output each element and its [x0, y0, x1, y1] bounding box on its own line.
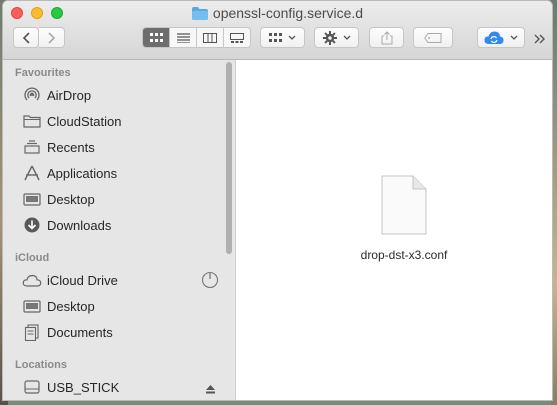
- sidebar-item-label: iCloud Drive: [47, 272, 118, 288]
- sidebar-item-label: Downloads: [47, 217, 112, 233]
- columns-icon: [203, 32, 217, 43]
- applications-icon: [22, 164, 42, 182]
- list-icon: [176, 32, 190, 43]
- drive-icon: [22, 378, 42, 396]
- sidebar-item-downloads[interactable]: Downloads: [22, 214, 111, 236]
- eject-icon[interactable]: [205, 381, 216, 399]
- sidebar-item-label: Documents: [47, 324, 113, 340]
- column-view-button[interactable]: [197, 28, 224, 47]
- sidebar-item-label: Desktop: [47, 191, 95, 207]
- sidebar-item-applications[interactable]: Applications: [22, 162, 117, 184]
- share-icon: [381, 30, 392, 44]
- back-button[interactable]: [13, 27, 39, 48]
- sidebar-item-label: Recents: [47, 139, 95, 155]
- double-chevron-right-icon: [534, 34, 545, 44]
- view-mode-control: [142, 27, 251, 48]
- sidebar-scrollbar[interactable]: [226, 62, 232, 254]
- sidebar-item-cloudstation[interactable]: CloudStation: [22, 110, 121, 132]
- sidebar-section-favourites: Favourites: [15, 67, 71, 79]
- grid-icon: [149, 33, 163, 42]
- share-button[interactable]: [369, 27, 404, 48]
- sidebar-item-airdrop[interactable]: AirDrop: [22, 84, 91, 106]
- group-by-button[interactable]: [260, 27, 305, 48]
- file-item[interactable]: drop-dst-x3.conf: [354, 175, 454, 262]
- recents-icon: [22, 138, 42, 156]
- sidebar-item-label: Desktop: [47, 298, 95, 314]
- gallery-view-button[interactable]: [224, 28, 250, 47]
- gallery-icon: [230, 32, 244, 43]
- chevron-down-icon: [510, 35, 518, 40]
- folder-icon: [22, 112, 42, 130]
- sidebar-item-desktop[interactable]: Desktop: [22, 188, 95, 210]
- sidebar-item-icloud-drive[interactable]: iCloud Drive: [22, 269, 118, 291]
- tag-icon: [424, 32, 442, 43]
- airdrop-icon: [22, 86, 42, 104]
- icloud-sync-button[interactable]: [477, 27, 525, 48]
- forward-button[interactable]: [39, 27, 65, 48]
- chevron-left-icon: [22, 31, 30, 44]
- folder-icon: [191, 7, 208, 23]
- sidebar-item-label: AirDrop: [47, 87, 92, 103]
- action-button[interactable]: [314, 27, 359, 48]
- sidebar-item-label: CloudStation: [47, 113, 122, 129]
- sidebar-item-recents[interactable]: Recents: [22, 136, 95, 158]
- file-name: drop-dst-x3.conf: [360, 248, 448, 262]
- grid-icon: [269, 33, 282, 42]
- sync-cloud-icon: [484, 31, 504, 44]
- sidebar-item-usb-stick[interactable]: USB_STICK: [22, 376, 119, 398]
- file-browser-area: drop-dst-x3.conf: [236, 60, 552, 400]
- icloud-progress-icon: [201, 271, 219, 294]
- toolbar-overflow-button[interactable]: [534, 31, 548, 45]
- desktop-icon: [22, 190, 42, 208]
- sidebar: Favourites AirDrop CloudStation Recents …: [3, 60, 236, 400]
- sidebar-section-locations: Locations: [15, 359, 67, 371]
- sidebar-section-icloud: iCloud: [15, 252, 50, 264]
- sidebar-item-label: Applications: [47, 165, 118, 181]
- document-icon: [381, 175, 427, 235]
- sidebar-item-label: USB_STICK: [47, 379, 120, 395]
- cloud-icon: [22, 271, 42, 289]
- chevron-down-icon: [288, 35, 296, 40]
- sidebar-item-documents[interactable]: Documents: [22, 321, 113, 343]
- desktop-icon: [22, 297, 42, 315]
- tags-button[interactable]: [413, 27, 453, 48]
- chevron-down-icon: [343, 35, 350, 40]
- gear-icon: [322, 30, 337, 45]
- toolbar: openssl-config.service.d: [3, 1, 552, 60]
- window-title: openssl-config.service.d: [3, 5, 552, 23]
- chevron-right-icon: [47, 31, 55, 44]
- icon-view-button[interactable]: [143, 28, 170, 47]
- list-view-button[interactable]: [170, 28, 197, 47]
- sidebar-item-icloud-desktop[interactable]: Desktop: [22, 295, 95, 317]
- download-icon: [22, 216, 42, 234]
- documents-icon: [22, 323, 42, 341]
- finder-window: openssl-config.service.d Favourites AirD…: [2, 0, 553, 401]
- window-title-text: openssl-config.service.d: [212, 5, 364, 21]
